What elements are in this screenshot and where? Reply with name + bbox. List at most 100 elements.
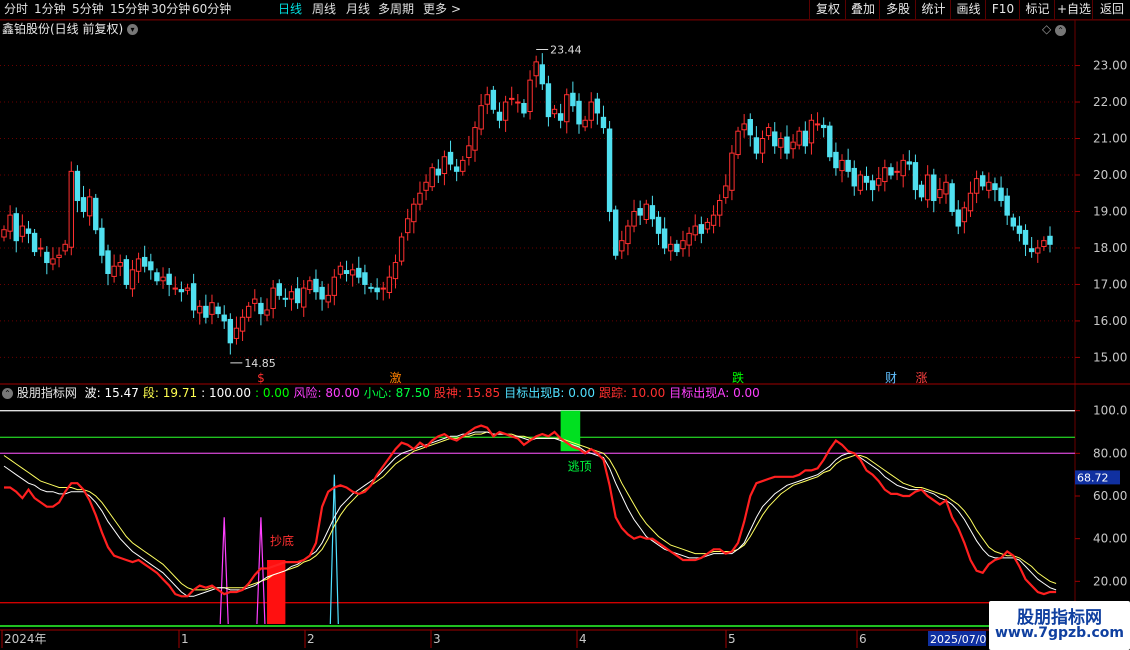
signal-marker-1: 激 bbox=[389, 371, 401, 385]
candle-body bbox=[13, 213, 19, 242]
candle-body bbox=[998, 187, 1004, 202]
price-tick-label: 16.00 bbox=[1093, 314, 1127, 328]
candle-body bbox=[411, 203, 417, 223]
current-value-label: 68.72 bbox=[1077, 471, 1109, 484]
price-tick-label: 23.00 bbox=[1093, 59, 1127, 73]
osc-tick-label: 20.00 bbox=[1093, 574, 1127, 588]
price-tick-label: 20.00 bbox=[1093, 168, 1127, 182]
candle-body bbox=[93, 197, 99, 231]
candle-body bbox=[484, 94, 490, 105]
price-tick-label: 21.00 bbox=[1093, 132, 1127, 146]
candle-body bbox=[839, 159, 845, 172]
indicator-menu-icon[interactable]: ⌃ bbox=[2, 388, 13, 399]
candle-body bbox=[924, 174, 931, 201]
candle-body bbox=[453, 166, 460, 172]
candle-body bbox=[808, 119, 815, 144]
candle-body bbox=[111, 265, 117, 277]
candle-body bbox=[619, 240, 625, 252]
candle-body bbox=[986, 181, 992, 191]
candle-body bbox=[992, 183, 998, 191]
candle-body bbox=[105, 250, 111, 274]
candle-body bbox=[649, 205, 656, 220]
candle-body bbox=[814, 123, 821, 126]
candle-body bbox=[869, 180, 876, 191]
candle-body bbox=[337, 265, 344, 275]
candle-body bbox=[625, 225, 631, 245]
candle-body bbox=[716, 200, 723, 216]
collapse-icon[interactable]: ⌃ bbox=[1055, 25, 1067, 36]
candle-body bbox=[99, 227, 105, 256]
segment-line bbox=[3, 431, 1057, 591]
candle-body bbox=[980, 175, 986, 187]
candle-body bbox=[423, 181, 429, 191]
candle-body bbox=[747, 119, 753, 136]
candle-body bbox=[227, 318, 234, 344]
candle-body bbox=[288, 291, 295, 300]
candle-body bbox=[362, 272, 368, 285]
candle-body bbox=[331, 276, 338, 296]
osc-tick-label: 60.00 bbox=[1093, 489, 1127, 503]
candle-body bbox=[356, 267, 362, 278]
candle-body bbox=[796, 130, 802, 146]
candle-body bbox=[417, 192, 423, 205]
time-label-6: 6 bbox=[859, 632, 867, 646]
candle-body bbox=[1004, 195, 1010, 216]
candle-body bbox=[876, 178, 882, 186]
indicator-header: ⌃ 股朋指标网 波: 15.47 段: 19.71: 100.00: 0.00 风险… bbox=[2, 386, 760, 401]
candle-body bbox=[62, 243, 68, 252]
wave-line bbox=[3, 431, 1057, 597]
candle-body bbox=[19, 225, 26, 237]
candle-body bbox=[294, 288, 301, 304]
time-label-4: 4 bbox=[579, 632, 587, 646]
candle-body bbox=[141, 256, 148, 267]
candle-body bbox=[557, 113, 564, 121]
candle-body bbox=[392, 262, 399, 280]
candle-body bbox=[184, 287, 191, 291]
price-tick-label: 22.00 bbox=[1093, 95, 1127, 109]
candle-body bbox=[655, 216, 662, 234]
candle-body bbox=[894, 170, 900, 173]
signal-marker-0: $ bbox=[257, 371, 265, 385]
candle-body bbox=[313, 278, 319, 293]
indicator-value-9: 目标出现A: 0.00 bbox=[669, 386, 760, 400]
candle-body bbox=[233, 327, 240, 339]
candle-body bbox=[478, 105, 484, 130]
candle-body bbox=[937, 189, 943, 199]
stock-title: 鑫铂股份(日线 前复权) bbox=[2, 22, 124, 36]
candle-body bbox=[857, 174, 864, 191]
candle-body bbox=[1028, 248, 1035, 253]
candle-body bbox=[368, 286, 374, 289]
candle-body bbox=[772, 131, 778, 147]
candle-body bbox=[282, 297, 289, 300]
title-dropdown-icon[interactable]: ▾ bbox=[127, 24, 139, 35]
current-date-label: 2025/07/0 bbox=[930, 633, 986, 646]
escape-top-label: 逃顶 bbox=[568, 459, 592, 473]
indicator-value-1: 段: 19.71 bbox=[142, 386, 198, 400]
candle-body bbox=[1010, 217, 1016, 227]
candle-body bbox=[307, 280, 313, 291]
candle-body bbox=[961, 207, 968, 223]
diamond-icon[interactable]: ◇ bbox=[1042, 22, 1051, 36]
candle-body bbox=[490, 89, 497, 110]
time-label-5: 5 bbox=[728, 632, 736, 646]
candle-body bbox=[245, 305, 252, 318]
candle-body bbox=[778, 138, 784, 148]
price-tick-label: 18.00 bbox=[1093, 241, 1127, 255]
candle-body bbox=[221, 314, 227, 322]
candle-body bbox=[741, 123, 747, 131]
candle-body bbox=[166, 273, 172, 285]
candle-body bbox=[643, 203, 649, 220]
candle-body bbox=[301, 287, 307, 308]
candle-body bbox=[967, 192, 974, 212]
candle-body bbox=[472, 127, 478, 151]
candle-body bbox=[123, 259, 130, 285]
candlesticks bbox=[1, 53, 1053, 355]
candle-body bbox=[606, 128, 613, 212]
candle-body bbox=[820, 124, 827, 129]
time-label-2: 2 bbox=[307, 632, 315, 646]
candle-body bbox=[918, 184, 925, 198]
signal-marker-3: 财 bbox=[885, 371, 897, 385]
candle-body bbox=[258, 302, 264, 315]
candle-body bbox=[129, 269, 136, 290]
candle-body bbox=[943, 181, 949, 195]
